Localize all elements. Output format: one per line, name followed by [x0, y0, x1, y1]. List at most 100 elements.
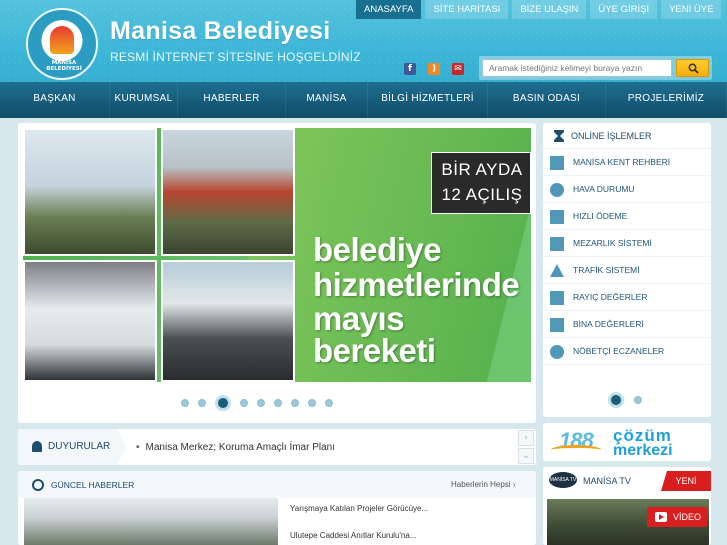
municipality-logo[interactable]: MANİSA BELEDİYESİ [26, 8, 98, 80]
badge-line1: BİR AYDA [441, 160, 523, 179]
online-service-item[interactable]: NÖBETÇİ ECZANELER [543, 338, 711, 365]
news-thumbnail[interactable] [24, 498, 278, 545]
online-service-label: TRAFİK SİSTEMİ [573, 265, 640, 275]
news-item[interactable]: Yarışmaya Katılan Projeler Görücüye... [290, 504, 428, 513]
slogan-line-4: bereketi [313, 332, 436, 369]
slider-dot[interactable] [257, 399, 265, 407]
slider-panel: BİR AYDA 12 AÇILIŞ belediye hizmetlerind… [18, 123, 536, 423]
online-service-item[interactable]: MEZARLIK SİSTEMİ [543, 230, 711, 257]
search-box [479, 56, 712, 80]
online-service-label: RAYIÇ DEĞERLER [573, 292, 648, 302]
nav-kurumsal[interactable]: KURUMSAL [110, 82, 178, 118]
pharmacy-icon [550, 345, 564, 359]
tv-logo: MANİSA TV [549, 472, 577, 488]
online-service-item[interactable]: HAVA DURUMU [543, 176, 711, 203]
video-button[interactable]: VİDEO [647, 507, 707, 527]
online-service-item[interactable]: MANİSA KENT REHBERİ [543, 149, 711, 176]
solution-center-word2: merkezi [613, 442, 673, 459]
online-service-item[interactable]: TRAFİK SİSTEMİ [543, 257, 711, 284]
nav-bilgi-hizmetleri[interactable]: BİLGİ HİZMETLERİ [368, 82, 488, 118]
facebook-icon[interactable]: f [404, 63, 416, 75]
map-pin-icon [550, 156, 564, 170]
slider-dot[interactable] [215, 395, 231, 411]
swoosh-icon [551, 445, 601, 455]
online-service-label: MANİSA KENT REHBERİ [573, 157, 671, 167]
topnav-login[interactable]: ÜYE GİRİŞİ [590, 0, 658, 19]
announcement-down-button[interactable]: ⌄ [518, 448, 534, 464]
site-header: MANİSA BELEDİYESİ Manisa Belediyesi RESM… [0, 0, 727, 82]
announcements-bar: DUYURULAR Manisa Merkez; Koruma Amaçlı İ… [18, 429, 536, 465]
mail-icon[interactable]: ✉ [452, 63, 464, 75]
online-services-panel: ONLİNE İŞLEMLER MANİSA KENT REHBERİ HAVA … [543, 123, 711, 417]
topnav-contact[interactable]: BİZE ULAŞIN [512, 0, 587, 19]
play-icon [655, 512, 667, 522]
news-icon [32, 479, 44, 491]
grid-icon [550, 237, 564, 251]
slide-photo-ceremony [161, 260, 295, 382]
slogan-line-1: belediye [313, 231, 442, 268]
slide-photo-crowd [161, 128, 295, 256]
bell-icon [32, 441, 42, 452]
online-services-title: ONLİNE İŞLEMLER [571, 131, 652, 141]
nav-manisa[interactable]: MANİSA [286, 82, 368, 118]
slider-dot[interactable] [181, 399, 189, 407]
logo-text: MANİSA BELEDİYESİ [46, 60, 82, 72]
slide-photo-statue [23, 128, 157, 256]
nav-haberler[interactable]: HABERLER [178, 82, 286, 118]
online-service-item[interactable]: BİNA DEĞERLERİ [543, 311, 711, 338]
online-pagination [608, 392, 642, 408]
slider-dot[interactable] [198, 399, 206, 407]
solution-center-banner[interactable]: 188 çözüm merkezi [543, 423, 711, 461]
slide-badge: BİR AYDA 12 AÇILIŞ [431, 152, 531, 214]
online-service-label: MEZARLIK SİSTEMİ [573, 238, 652, 248]
slogan-line-2: hizmetlerinde [313, 266, 520, 303]
slide-banner[interactable]: BİR AYDA 12 AÇILIŞ belediye hizmetlerind… [23, 128, 531, 382]
search-button[interactable] [676, 59, 709, 77]
announcement-item[interactable]: Manisa Merkez; Koruma Amaçlı İmar Planı [136, 442, 336, 453]
video-label: VİDEO [673, 512, 702, 522]
announcements-label: DUYURULAR [18, 429, 126, 465]
online-service-label: HAVA DURUMU [573, 184, 635, 194]
online-service-item[interactable]: HIZLI ÖDEME [543, 203, 711, 230]
news-all-link[interactable]: Haberlerin Hepsi [451, 480, 515, 489]
online-page-dot[interactable] [608, 392, 624, 408]
logo-emblem-icon [50, 26, 74, 54]
news-item[interactable]: Ulutepe Caddesi Anıtlar Kurulu'na... [290, 531, 417, 540]
manisa-tv-panel: MANİSA TV MANİSA TV YENİ VİDEO [543, 467, 711, 545]
nav-baskan[interactable]: BAŞKAN [0, 82, 110, 118]
news-panel: GÜNCEL HABERLER Haberlerin Hepsi Yarışma… [18, 471, 536, 545]
slider-pagination [181, 395, 333, 411]
announcement-next-button[interactable]: › [518, 430, 534, 446]
slider-dot[interactable] [291, 399, 299, 407]
topnav-home[interactable]: ANASAYFA [356, 0, 422, 19]
site-subtitle: RESMİ İNTERNET SİTESİNE HOŞGELDİNİZ [110, 50, 361, 64]
traffic-cone-icon [550, 264, 564, 277]
online-service-label: HIZLI ÖDEME [573, 211, 628, 221]
online-service-item[interactable]: RAYIÇ DEĞERLER [543, 284, 711, 311]
topnav-register[interactable]: YENİ ÜYE [661, 0, 722, 19]
announcements-title: DUYURULAR [48, 441, 111, 452]
calculator-icon [550, 210, 564, 224]
search-input[interactable] [482, 59, 672, 77]
bar-chart-icon [550, 291, 564, 305]
slide-photo-vehicle [23, 260, 157, 382]
slider-dot[interactable] [325, 399, 333, 407]
slider-dot[interactable] [274, 399, 282, 407]
cloud-icon [550, 183, 564, 197]
slider-dot[interactable] [240, 399, 248, 407]
nav-projelerimiz[interactable]: PROJELERİMİZ [606, 82, 727, 118]
hourglass-icon [554, 130, 564, 142]
news-title: GÜNCEL HABERLER [51, 480, 135, 490]
nav-basin-odasi[interactable]: BASIN ODASI [488, 82, 606, 118]
site-title[interactable]: Manisa Belediyesi [110, 17, 330, 46]
online-page-dot[interactable] [634, 396, 642, 404]
top-navigation: ANASAYFA SİTE HARİTASI BİZE ULAŞIN ÜYE G… [356, 0, 722, 19]
slider-dot[interactable] [308, 399, 316, 407]
tv-new-badge: YENİ [661, 471, 711, 491]
topnav-sitemap[interactable]: SİTE HARİTASI [425, 0, 509, 19]
news-header: GÜNCEL HABERLER Haberlerin Hepsi [18, 471, 536, 498]
social-links: f ) ✉ [404, 63, 464, 75]
online-service-label: NÖBETÇİ ECZANELER [573, 346, 665, 356]
rss-icon[interactable]: ) [428, 63, 440, 75]
tv-title[interactable]: MANİSA TV [583, 476, 631, 486]
